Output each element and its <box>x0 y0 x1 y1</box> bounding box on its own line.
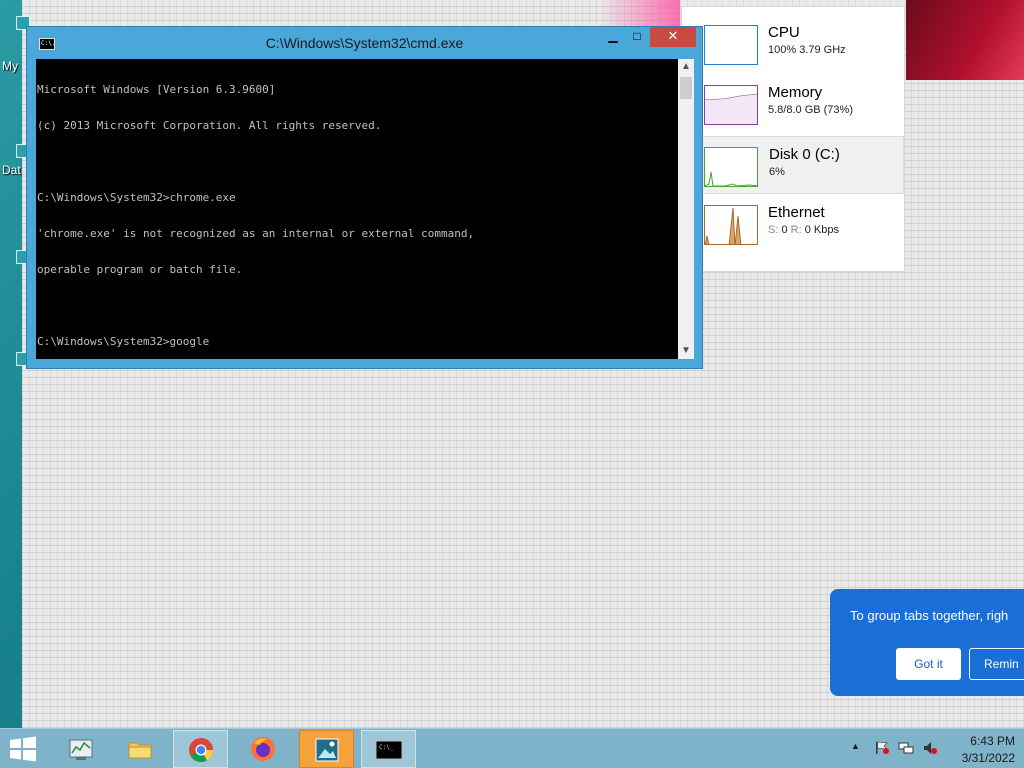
windows-logo-icon <box>10 736 36 762</box>
task-manager-icon <box>69 739 93 760</box>
disk-graph-line <box>705 171 757 186</box>
ethernet-send-label: S: <box>768 224 779 236</box>
svg-text:C:\_: C:\_ <box>379 744 394 751</box>
clock-time[interactable]: 6:43 PM <box>935 734 1015 748</box>
start-button[interactable] <box>8 736 38 762</box>
ethernet-receive-label: R: <box>790 224 802 236</box>
cmd-titlebar[interactable]: C:\. C:\Windows\System32\cmd.exe ▁ □ ✕ <box>27 27 702 57</box>
maximize-button[interactable]: □ <box>625 27 649 47</box>
taskbar-command-prompt[interactable]: C:\_ <box>361 730 416 768</box>
tab-groups-notification: To group tabs together, righ Got it Remi… <box>830 589 1024 696</box>
desktop-icon-label-dat: Dat <box>2 163 21 177</box>
action-center-flag-icon[interactable] <box>874 741 890 755</box>
cpu-graph <box>704 25 758 65</box>
disk-graph <box>704 147 758 187</box>
perf-item-value: 6% <box>769 166 785 178</box>
perf-item-name: Disk 0 (C:) <box>769 146 840 163</box>
got-it-button[interactable]: Got it <box>896 648 961 680</box>
perf-item-name: Ethernet <box>768 204 825 221</box>
cmd-output: Microsoft Windows [Version 6.3.9600] (c)… <box>37 60 474 359</box>
cmd-console[interactable]: Microsoft Windows [Version 6.3.9600] (c)… <box>36 59 678 359</box>
show-hidden-icons-button[interactable]: ▲ <box>851 741 860 751</box>
perf-item-memory[interactable]: Memory 5.8/8.0 GB (73%) <box>682 67 904 125</box>
firefox-icon <box>251 737 275 761</box>
cmd-line: 'chrome.exe' is not recognized as an int… <box>37 227 475 240</box>
cmd-line <box>37 300 474 312</box>
folder-icon <box>128 742 152 759</box>
perf-item-value: S: 0 R: 0 Kbps <box>768 224 839 236</box>
perf-item-value: 5.8/8.0 GB (73%) <box>768 104 853 116</box>
minimize-button[interactable]: ▁ <box>601 27 625 47</box>
ethernet-receive-value: 0 Kbps <box>804 224 839 236</box>
perf-item-cpu[interactable]: CPU 100% 3.79 GHz <box>682 7 904 65</box>
taskbar-image-viewer[interactable] <box>299 730 354 768</box>
desktop-icon-label-my: My <box>2 59 18 73</box>
cmd-line: operable program or batch file. <box>37 263 243 276</box>
scroll-thumb[interactable] <box>680 77 692 99</box>
clock-date[interactable]: 3/31/2022 <box>935 751 1015 765</box>
cmd-window[interactable]: C:\. C:\Windows\System32\cmd.exe ▁ □ ✕ M… <box>26 26 703 369</box>
ethernet-graph <box>704 205 758 245</box>
perf-item-ethernet[interactable]: Ethernet S: 0 R: 0 Kbps <box>682 187 904 245</box>
perf-item-disk[interactable]: Disk 0 (C:) 6% <box>682 136 904 194</box>
cmd-line <box>37 156 474 168</box>
command-prompt-icon: C:\_ <box>375 740 403 760</box>
remind-button[interactable]: Remin <box>969 648 1024 680</box>
cmd-line: (c) 2013 Microsoft Corporation. All righ… <box>37 119 382 132</box>
image-viewer-icon <box>315 738 339 762</box>
memory-graph <box>704 85 758 125</box>
scroll-up-arrow-icon[interactable]: ▲ <box>678 59 694 75</box>
perf-item-name: CPU <box>768 24 800 41</box>
perf-item-name: Memory <box>768 84 823 101</box>
network-icon[interactable] <box>898 741 914 755</box>
taskbar-chrome[interactable] <box>173 730 228 768</box>
taskbar: C:\_ ▲ 6:43 PM 3/31/2022 <box>0 728 1024 768</box>
cmd-line: C:\Windows\System32>google <box>37 335 210 348</box>
notification-message: To group tabs together, righ <box>850 608 1009 623</box>
cmd-line: Microsoft Windows [Version 6.3.9600] <box>37 83 276 96</box>
ethernet-graph-line <box>705 207 742 244</box>
cmd-line: C:\Windows\System32>chrome.exe <box>37 191 236 204</box>
memory-graph-line <box>705 93 757 124</box>
task-manager-performance-panel: CPU 100% 3.79 GHz Memory 5.8/8.0 GB (73%… <box>681 6 905 272</box>
chrome-icon <box>189 738 213 763</box>
cmd-scrollbar[interactable]: ▲ ▼ <box>678 59 694 359</box>
perf-item-value: 100% 3.79 GHz <box>768 44 846 56</box>
taskbar-task-manager[interactable] <box>54 730 109 768</box>
close-button[interactable]: ✕ <box>650 27 696 47</box>
taskbar-firefox[interactable] <box>236 730 291 768</box>
scroll-down-arrow-icon[interactable]: ▼ <box>678 343 694 359</box>
wallpaper-corner <box>906 0 1024 80</box>
taskbar-file-explorer[interactable] <box>113 730 168 768</box>
ethernet-send-value: 0 <box>781 224 788 236</box>
